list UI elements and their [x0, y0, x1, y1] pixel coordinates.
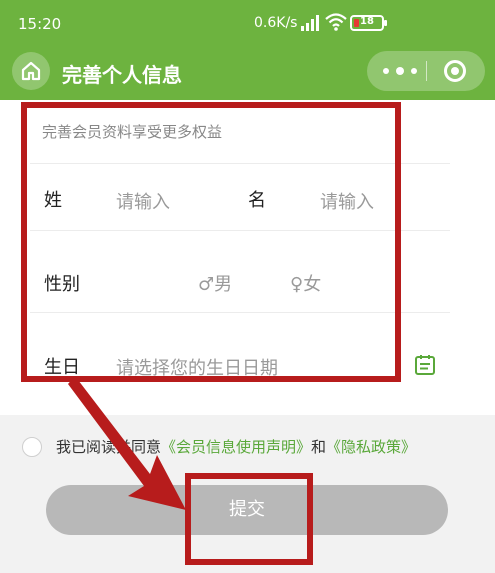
- gender-male-option[interactable]: ♂男: [198, 270, 232, 296]
- first-name-label: 名: [248, 190, 266, 211]
- last-name-input[interactable]: 请输入: [116, 188, 170, 214]
- status-bar: 15:20 0.6K/s 18: [0, 0, 495, 46]
- birthday-picker[interactable]: 请选择您的生日日期: [116, 354, 278, 380]
- battery-icon: 18: [350, 15, 387, 31]
- privacy-policy-link[interactable]: 《隐私政策》: [326, 438, 416, 456]
- first-name-input[interactable]: 请输入: [320, 188, 374, 214]
- network-speed: 0.6K/s: [254, 15, 298, 31]
- status-time: 15:20: [18, 15, 62, 33]
- close-target-icon[interactable]: [444, 60, 466, 82]
- gender-label: 性别: [44, 274, 80, 295]
- signal-icon: [300, 14, 320, 35]
- gender-female-label: 女: [303, 274, 322, 295]
- last-name-label: 姓: [44, 190, 62, 211]
- home-button[interactable]: [12, 52, 50, 90]
- more-dot-icon: [396, 67, 404, 75]
- female-icon: ♀: [290, 274, 304, 295]
- more-dot-icon: [383, 68, 389, 74]
- gender-female-option[interactable]: ♀女: [290, 270, 321, 296]
- male-icon: ♂: [198, 274, 215, 295]
- battery-text: 18: [360, 16, 374, 27]
- gender-male-label: 男: [214, 274, 233, 295]
- wifi-icon: [325, 12, 347, 36]
- top-bar: 15:20 0.6K/s 18 完善个人信息: [0, 0, 495, 100]
- mini-program-capsule: [367, 51, 485, 91]
- divider: [30, 230, 450, 231]
- more-button[interactable]: [381, 59, 417, 83]
- agreement-prefix: 我已阅读并同意: [56, 438, 162, 456]
- member-info-statement-link[interactable]: 《会员信息使用声明》: [161, 438, 311, 456]
- agreement-text: 我已阅读并同意《会员信息使用声明》和《隐私政策》: [56, 436, 416, 457]
- agreement-and: 和: [311, 438, 327, 456]
- form-hint: 完善会员资料享受更多权益: [42, 123, 223, 141]
- capsule-divider: [426, 61, 427, 81]
- agree-checkbox[interactable]: [22, 437, 42, 457]
- submit-button[interactable]: 提交: [46, 485, 448, 535]
- birthday-label: 生日: [44, 357, 80, 378]
- home-icon: [21, 61, 41, 81]
- more-dot-icon: [411, 68, 417, 74]
- divider: [30, 312, 450, 313]
- calendar-icon[interactable]: [413, 353, 437, 377]
- page-title: 完善个人信息: [62, 63, 182, 87]
- divider: [30, 163, 450, 164]
